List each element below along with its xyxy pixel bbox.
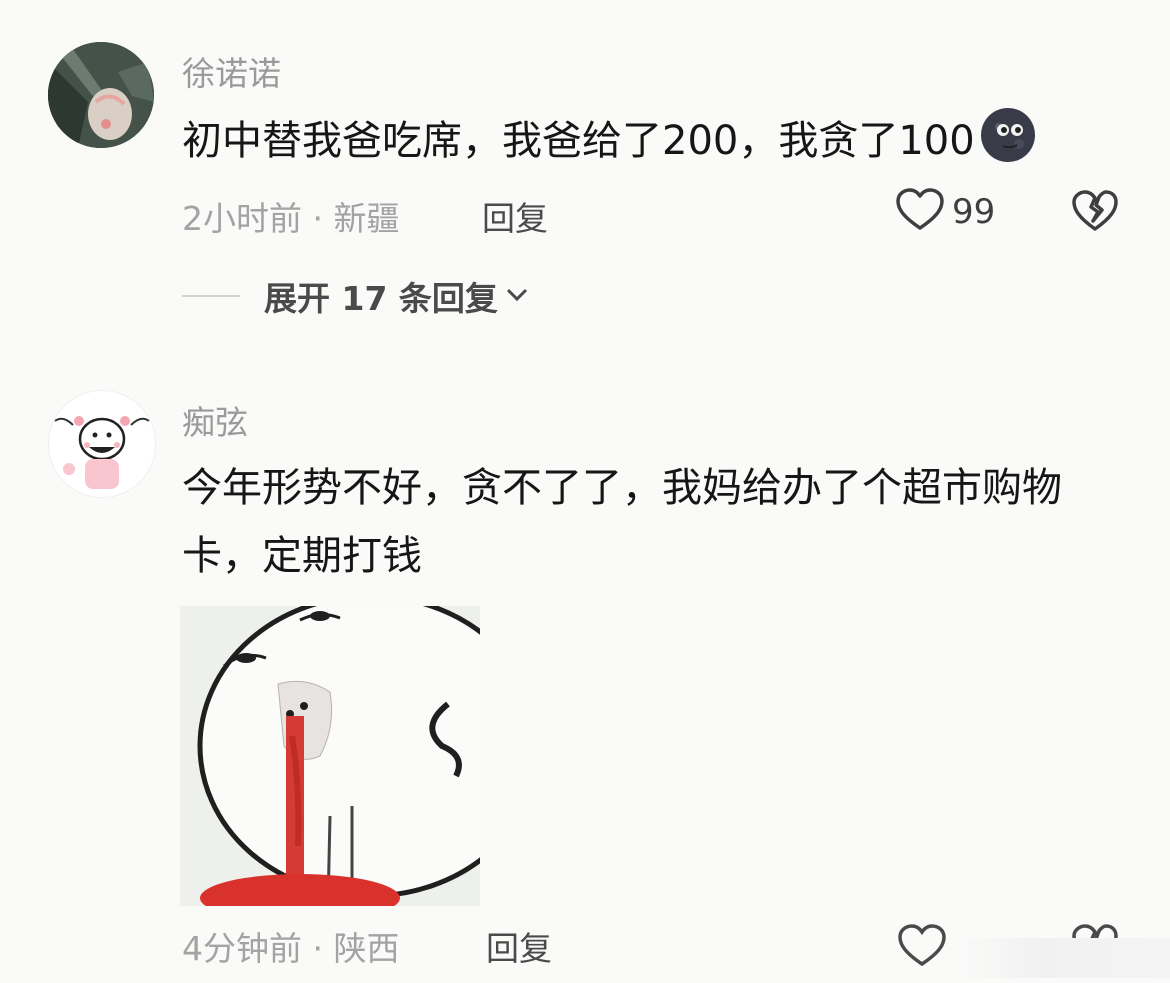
comment-time: 4分钟前 (182, 929, 302, 968)
comment-location: 新疆 (333, 199, 400, 238)
broken-heart-icon (1072, 190, 1118, 236)
comment-text: 今年形势不好，贪不了了，我妈给办了个超市购物卡，定期打钱 (182, 454, 1122, 590)
like-button[interactable]: 99 (896, 188, 995, 236)
comment-text-content: 今年形势不好，贪不了了，我妈给办了个超市购物卡，定期打钱 (182, 465, 1062, 579)
comment-time: 2小时前 (182, 199, 302, 238)
heart-icon (898, 924, 946, 972)
comment-meta: 2小时前 · 新疆 (182, 192, 400, 240)
heart-icon (896, 188, 944, 236)
sticker-image[interactable] (180, 606, 480, 906)
reply-button[interactable]: 回复 (482, 192, 548, 240)
comment-text: 初中替我爸吃席，我爸给了200，我贪了100 (182, 106, 1122, 175)
comment-meta: 4分钟前 · 陕西 (182, 922, 400, 970)
meta-separator: · (312, 199, 324, 238)
like-count: 99 (952, 192, 996, 232)
comment-text-content: 初中替我爸吃席，我爸给了200，我贪了100 (182, 118, 975, 164)
fade-overlay (956, 938, 1170, 978)
divider (182, 295, 240, 297)
avatar[interactable] (48, 390, 156, 498)
chevron-down-icon (506, 287, 528, 306)
new-moon-face-emoji (979, 106, 1037, 164)
like-dislike-actions[interactable] (896, 918, 1170, 978)
meta-separator: · (312, 929, 324, 968)
expand-replies-button[interactable]: 展开 17 条回复 (182, 272, 528, 320)
dislike-button[interactable] (1072, 190, 1118, 236)
comment-location: 陕西 (333, 929, 400, 968)
comment-username[interactable]: 徐诺诺 (182, 47, 281, 95)
avatar[interactable] (48, 42, 154, 148)
reply-button[interactable]: 回复 (486, 922, 552, 970)
expand-replies-label: 展开 17 条回复 (264, 279, 498, 318)
comment-username[interactable]: 痴弦 (182, 396, 248, 444)
